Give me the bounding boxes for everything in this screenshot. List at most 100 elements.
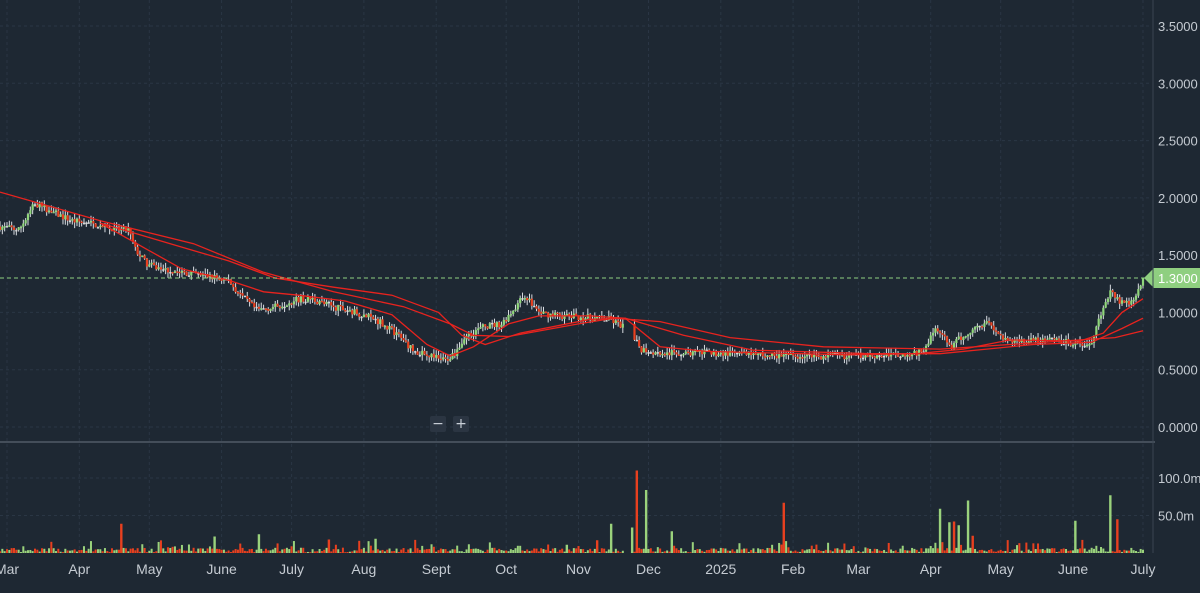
volume-bar	[192, 547, 195, 553]
candle-body	[757, 353, 760, 356]
candle-body	[78, 218, 81, 222]
volume-bar	[164, 551, 167, 553]
volume-bar	[353, 550, 356, 553]
volume-bar	[719, 547, 722, 553]
candle-body	[1104, 302, 1107, 308]
volume-bar	[946, 548, 949, 553]
volume-bar	[1100, 547, 1103, 553]
volume-bar	[766, 547, 769, 553]
volume-bar	[841, 549, 844, 553]
time-tick-label: June	[1058, 561, 1089, 577]
candle-body	[393, 327, 396, 336]
volume-bar	[26, 550, 29, 553]
candle-body	[768, 355, 771, 357]
candle-body	[509, 314, 512, 316]
volume-bar	[117, 549, 120, 553]
candle-body	[61, 214, 65, 220]
candle-body	[94, 223, 97, 228]
candle-body	[544, 311, 547, 314]
candle-body	[330, 302, 333, 306]
volume-bar	[43, 548, 46, 553]
volume-bar	[449, 550, 452, 553]
volume-bar	[871, 551, 874, 553]
volume-bar	[330, 551, 333, 553]
candle-body	[969, 332, 972, 335]
candle-body	[449, 359, 452, 361]
volume-bar	[810, 545, 813, 553]
volume-bar	[115, 549, 118, 553]
volume-bar	[80, 549, 83, 553]
volume-bar	[1104, 551, 1107, 553]
candle-body	[246, 296, 249, 299]
volume-bar	[572, 548, 575, 553]
volume-bar	[736, 549, 739, 553]
candle-body	[794, 355, 797, 357]
candle-body	[460, 343, 463, 348]
volume-bar	[138, 551, 141, 553]
volume-bar	[339, 552, 342, 553]
volume-bar	[1123, 549, 1126, 553]
volume-bar	[726, 550, 729, 553]
volume-bar	[1067, 550, 1070, 553]
volume-bar	[106, 551, 109, 553]
volume-bar	[887, 542, 890, 553]
candle-body	[334, 307, 338, 311]
candle-body	[295, 296, 298, 302]
price-volume-chart[interactable]: 3.5000 3.0000 2.5000 2.0000 1.5000 1.0000 0.50…	[0, 0, 1200, 593]
candle-body	[463, 339, 466, 344]
zoom-in-button[interactable]: +	[453, 416, 469, 432]
moving-averages	[0, 191, 1144, 357]
candle-body	[868, 355, 872, 357]
candle-body	[1057, 338, 1061, 340]
volume-bar	[995, 551, 998, 553]
candle-body	[430, 353, 433, 358]
candle-body	[917, 349, 921, 356]
candle-body	[248, 298, 251, 302]
volume-bar	[45, 551, 48, 553]
candle-body	[943, 334, 946, 337]
candle-body	[346, 310, 349, 312]
volume-bar	[1125, 550, 1128, 553]
volume-bar	[908, 550, 911, 553]
volume-bar	[1139, 548, 1142, 553]
candle-body	[99, 225, 102, 228]
volume-bar	[414, 539, 417, 553]
time-tick-label: Mar	[0, 561, 19, 577]
volume-bar	[264, 548, 267, 553]
zoom-out-button[interactable]: −	[430, 416, 446, 432]
volume-bar	[33, 548, 36, 553]
candle-body	[337, 304, 340, 311]
volume-bar	[747, 551, 750, 553]
volume-bar	[8, 549, 11, 553]
candle-body	[801, 357, 804, 359]
volume-bar	[78, 550, 81, 553]
volume-bar	[869, 548, 872, 553]
volume-bar	[362, 547, 365, 553]
volume-bar	[509, 549, 512, 553]
volume-bar	[383, 551, 386, 553]
volume-bar	[484, 551, 487, 553]
volume-bar	[782, 502, 785, 553]
candle-body	[304, 301, 307, 304]
volume-bars	[0, 470, 1145, 553]
volume-bar	[1032, 543, 1035, 553]
price-tick-label: 2.0000	[1158, 191, 1198, 206]
volume-bar	[976, 551, 979, 553]
candle-body	[400, 333, 403, 338]
volume-bar	[213, 536, 216, 553]
volume-bar	[1118, 550, 1121, 553]
volume-bar	[691, 542, 694, 553]
volume-bar	[260, 548, 263, 553]
volume-bar	[1116, 519, 1119, 553]
volume-bar	[703, 551, 706, 553]
candle-body	[1106, 298, 1110, 303]
candle-body	[761, 352, 764, 357]
candle-body	[302, 296, 305, 302]
candle-body	[281, 306, 284, 309]
volume-bar	[197, 548, 200, 553]
candle-body	[71, 219, 74, 221]
volume-bar	[813, 549, 816, 553]
volume-bar	[1062, 548, 1065, 553]
candle-body	[488, 323, 491, 329]
candle-body	[997, 331, 1000, 334]
